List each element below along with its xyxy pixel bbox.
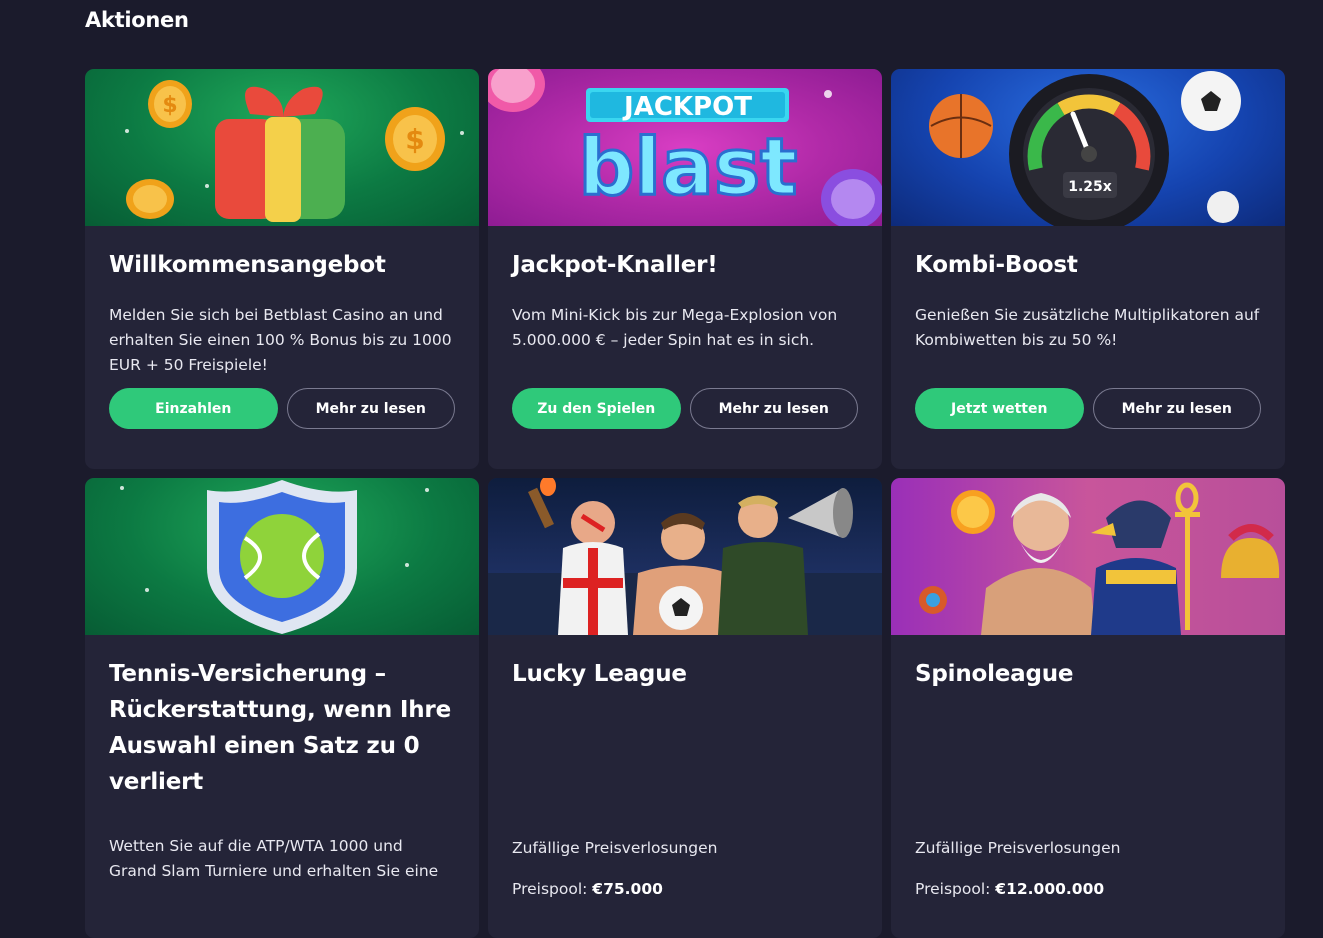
promo-description: Zufällige Preisverlosungen: [512, 839, 718, 857]
promo-title: Jackpot-Knaller!: [512, 252, 718, 278]
prize-pool-value: €12.000.000: [995, 880, 1105, 898]
page-title: Aktionen: [85, 8, 189, 32]
promo-description: Zufällige Preisverlosungen: [915, 839, 1121, 857]
svg-text:$: $: [405, 123, 424, 156]
promo-banner-jackpot: JACKPOT blast: [488, 69, 882, 226]
promo-title: Lucky League: [512, 661, 687, 687]
promo-banner-kombi: 1.25x: [891, 69, 1285, 226]
promo-banner-spinoleague: [891, 478, 1285, 635]
gods-illustration: [919, 482, 1280, 635]
promo-title: Tennis-Versicherung – Rückerstattung, we…: [109, 661, 451, 795]
boost-gauge-icon: 1.25x: [929, 71, 1241, 226]
read-more-button[interactable]: Mehr zu lesen: [1092, 388, 1261, 429]
svg-text:$: $: [162, 93, 177, 118]
promo-card-kombi: 1.25x Kombi-Boost Genießen Sie zusätzlic…: [891, 69, 1285, 469]
prize-pool: Preispool: €12.000.000: [915, 877, 1261, 902]
prize-pool: Preispool: €75.000: [512, 877, 858, 902]
promotions-grid: $ $ Willkommensangebot Melden Sie sich b…: [85, 69, 1285, 938]
promo-card-spinoleague: Spinoleague Zufällige Preisverlosungen P…: [891, 478, 1285, 938]
promo-banner-welcome: $ $: [85, 69, 479, 226]
jackpot-logo-top: JACKPOT: [622, 92, 752, 122]
promo-card-tennis: Tennis-Versicherung – Rückerstattung, we…: [85, 478, 479, 938]
promo-description: Vom Mini-Kick bis zur Mega-Explosion von…: [512, 306, 838, 349]
prize-pool-label: Preispool:: [512, 880, 588, 898]
jackpot-logo-main: blast: [579, 123, 798, 213]
promo-description: Wetten Sie auf die ATP/WTA 1000 und Gran…: [109, 837, 439, 880]
promo-card-lucky-league: Lucky League Zufällige Preisverlosungen …: [488, 478, 882, 938]
go-to-games-button[interactable]: Zu den Spielen: [512, 388, 681, 429]
promo-banner-tennis: [85, 478, 479, 635]
tennis-shield-icon: [207, 480, 357, 634]
promo-description: Genießen Sie zusätzliche Multiplikatoren…: [915, 306, 1260, 349]
promo-card-jackpot: JACKPOT blast Jackpot-Knaller! Vom Mini-…: [488, 69, 882, 469]
read-more-button[interactable]: Mehr zu lesen: [689, 388, 858, 429]
promo-description: Melden Sie sich bei Betblast Casino an u…: [109, 306, 452, 374]
football-fans-illustration: [488, 478, 882, 635]
promo-title: Willkommensangebot: [109, 252, 386, 278]
read-more-button[interactable]: Mehr zu lesen: [286, 388, 455, 429]
gift-coins-icon: $ $: [126, 80, 445, 222]
gauge-value: 1.25x: [1068, 179, 1112, 195]
prize-pool-label: Preispool:: [915, 880, 991, 898]
deposit-button[interactable]: Einzahlen: [109, 388, 278, 429]
promo-banner-lucky-league: [488, 478, 882, 635]
prize-pool-value: €75.000: [592, 880, 663, 898]
promo-title: Spinoleague: [915, 661, 1074, 687]
promo-title: Kombi-Boost: [915, 252, 1078, 278]
jackpot-blast-logo: JACKPOT blast: [488, 69, 882, 226]
bet-now-button[interactable]: Jetzt wetten: [915, 388, 1084, 429]
promo-card-welcome: $ $ Willkommensangebot Melden Sie sich b…: [85, 69, 479, 469]
